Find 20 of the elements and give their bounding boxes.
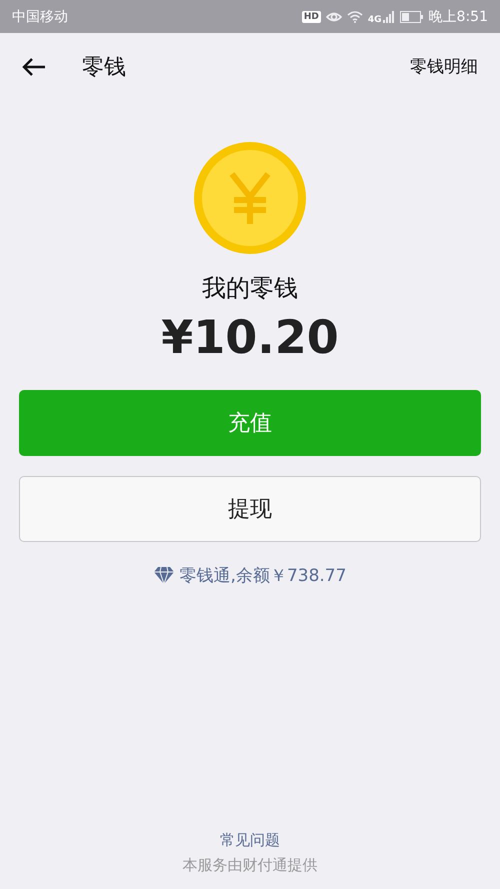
coin-icon — [194, 142, 306, 254]
fund-balance-link[interactable]: 零钱通,余额￥738.77 — [180, 564, 346, 587]
network-type: 4G — [368, 14, 382, 24]
hd-badge: HD — [302, 10, 321, 22]
signal-icon — [382, 10, 395, 22]
diamond-icon — [154, 567, 174, 584]
wifi-icon — [346, 10, 363, 22]
provider-note: 本服务由财付通提供 — [182, 856, 318, 875]
eye-icon — [326, 10, 342, 22]
battery-icon — [400, 10, 424, 22]
page-title: 零钱 — [82, 54, 126, 82]
withdraw-button[interactable]: 提现 — [19, 476, 481, 542]
top-up-button[interactable]: 充值 — [19, 390, 481, 456]
carrier-name: 中国移动 — [12, 8, 68, 26]
balance-label: 我的零钱 — [202, 273, 298, 304]
details-link[interactable]: 零钱明细 — [410, 55, 478, 78]
clock-time: 晚上8:51 — [428, 8, 488, 26]
faq-link[interactable]: 常见问题 — [220, 831, 280, 850]
back-icon[interactable] — [22, 56, 46, 76]
balance-amount: ¥10.20 — [161, 310, 339, 364]
